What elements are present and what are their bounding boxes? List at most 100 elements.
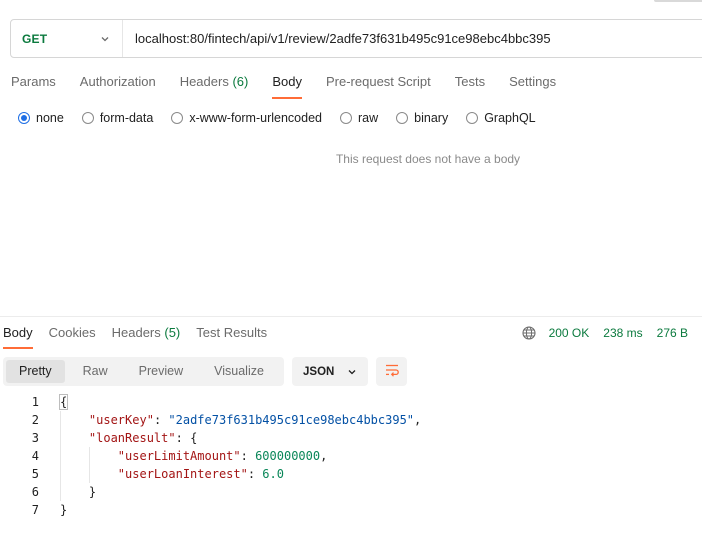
url-bar: GET localhost:80/fintech/api/v1/review/2… bbox=[10, 19, 702, 58]
indent-guide bbox=[60, 429, 61, 447]
line-number: 5 bbox=[31, 467, 39, 481]
view-visualize[interactable]: Visualize bbox=[201, 360, 277, 383]
json-key: "loanResult" bbox=[88, 431, 176, 445]
tab-label: Headers bbox=[179, 74, 229, 89]
tab-label: Body bbox=[272, 74, 302, 89]
code-source: "loanResult": { bbox=[39, 429, 197, 447]
view-pretty[interactable]: Pretty bbox=[6, 360, 65, 383]
tab-count: (5) bbox=[164, 325, 181, 340]
view-mode-selector: Pretty Raw Preview Visualize bbox=[3, 357, 284, 386]
tab-label: Body bbox=[3, 325, 33, 340]
radio-icon[interactable] bbox=[396, 112, 409, 124]
code-source: "userKey": "2adfe73f631b495c91ce98ebc4bb… bbox=[39, 411, 421, 429]
option-label: none bbox=[36, 111, 64, 125]
tab-settings[interactable]: Settings bbox=[509, 73, 556, 99]
json-value: 6.0 bbox=[262, 467, 284, 481]
option-label: GraphQL bbox=[484, 111, 536, 125]
tab-headers[interactable]: Headers (6) bbox=[180, 73, 249, 99]
chevron-down-icon bbox=[100, 34, 110, 44]
status-badge[interactable]: 200 OK bbox=[549, 326, 590, 340]
wrap-lines-button[interactable] bbox=[376, 357, 407, 386]
view-preview[interactable]: Preview bbox=[126, 360, 196, 383]
method-select[interactable]: GET bbox=[11, 20, 123, 57]
line-number: 2 bbox=[31, 413, 39, 427]
option-label: binary bbox=[414, 111, 449, 125]
tab-body[interactable]: Body bbox=[272, 73, 302, 99]
radio-icon[interactable] bbox=[340, 112, 352, 124]
body-option-form-data[interactable]: form-data bbox=[81, 111, 154, 125]
option-label: raw bbox=[358, 111, 379, 125]
indent-guide bbox=[60, 483, 61, 501]
code-source: "userLoanInterest": 6.0 bbox=[39, 465, 284, 483]
response-tab-body[interactable]: Body bbox=[3, 325, 33, 349]
body-option-urlencoded[interactable]: x-www-form-urlencoded bbox=[171, 111, 322, 125]
radio-icon[interactable] bbox=[171, 112, 184, 124]
format-label: JSON bbox=[303, 365, 335, 378]
request-tabs: Params Authorization Headers (6) Body Pr… bbox=[11, 73, 580, 99]
indent-guide bbox=[89, 465, 90, 483]
open-brace: { bbox=[58, 394, 69, 410]
wrap-lines-icon bbox=[384, 363, 400, 380]
code-line: 2 "userKey": "2adfe73f631b495c91ce98ebc4… bbox=[0, 411, 702, 429]
line-number: 1 bbox=[31, 395, 39, 409]
view-raw[interactable]: Raw bbox=[70, 360, 121, 383]
body-option-none[interactable]: none bbox=[18, 111, 64, 125]
response-size[interactable]: 276 B bbox=[657, 326, 688, 340]
indent-guide bbox=[60, 411, 61, 429]
radio-icon[interactable] bbox=[466, 112, 479, 124]
option-label: form-data bbox=[99, 111, 154, 125]
radio-icon[interactable] bbox=[81, 112, 94, 124]
json-value: "2adfe73f631b495c91ce98ebc4bbc395" bbox=[168, 413, 415, 427]
response-time[interactable]: 238 ms bbox=[603, 326, 642, 340]
option-label: x-www-form-urlencoded bbox=[189, 111, 322, 125]
code-source: "userLimitAmount": 600000000, bbox=[39, 447, 327, 465]
globe-icon[interactable] bbox=[522, 326, 536, 340]
chevron-down-icon bbox=[347, 367, 357, 377]
tab-label: Test Results bbox=[196, 325, 268, 340]
code-line: 1 { bbox=[0, 393, 702, 411]
tab-authorization[interactable]: Authorization bbox=[80, 73, 156, 99]
radio-selected-icon[interactable] bbox=[18, 112, 30, 124]
response-body-code[interactable]: 1 { 2 "userKey": "2adfe73f631b495c91ce98… bbox=[0, 393, 702, 519]
tab-pre-request-script[interactable]: Pre-request Script bbox=[326, 73, 431, 99]
json-punct: , bbox=[414, 413, 422, 427]
body-option-graphql[interactable]: GraphQL bbox=[466, 111, 536, 125]
code-line: 6 } bbox=[0, 483, 702, 501]
code-line: 4 "userLimitAmount": 600000000, bbox=[0, 447, 702, 465]
window-corner bbox=[654, 0, 702, 2]
response-tab-headers[interactable]: Headers (5) bbox=[112, 325, 181, 349]
response-tab-test-results[interactable]: Test Results bbox=[196, 325, 267, 349]
tab-count: (6) bbox=[232, 74, 249, 89]
tab-label: Settings bbox=[509, 74, 557, 89]
empty-body-message: This request does not have a body bbox=[335, 152, 521, 166]
json-punct: , bbox=[320, 449, 328, 463]
json-brace: } bbox=[60, 503, 68, 517]
format-select[interactable]: JSON bbox=[292, 357, 368, 386]
line-number: 7 bbox=[31, 503, 39, 517]
json-key: "userLimitAmount" bbox=[117, 449, 241, 463]
json-value: 600000000 bbox=[255, 449, 321, 463]
code-line: 3 "loanResult": { bbox=[0, 429, 702, 447]
json-brace: { bbox=[190, 431, 198, 445]
code-line: 5 "userLoanInterest": 6.0 bbox=[0, 465, 702, 483]
tab-label: Params bbox=[11, 74, 56, 89]
json-key: "userLoanInterest" bbox=[117, 467, 248, 481]
tab-label: Headers bbox=[111, 325, 161, 340]
tab-tests[interactable]: Tests bbox=[455, 73, 485, 99]
code-line: 7 } bbox=[0, 501, 702, 519]
response-meta: 200 OK 238 ms 276 B bbox=[522, 325, 688, 341]
json-brace: } bbox=[88, 485, 97, 499]
body-option-raw[interactable]: raw bbox=[340, 111, 378, 125]
code-source: } bbox=[39, 483, 96, 501]
pane-divider[interactable] bbox=[0, 316, 702, 317]
body-option-binary[interactable]: binary bbox=[396, 111, 448, 125]
body-type-options: none form-data x-www-form-urlencoded raw… bbox=[18, 110, 554, 126]
response-tab-cookies[interactable]: Cookies bbox=[49, 325, 96, 349]
line-number: 4 bbox=[31, 449, 39, 463]
indent-guide bbox=[89, 447, 90, 465]
tab-label: Tests bbox=[454, 74, 486, 89]
tab-label: Authorization bbox=[79, 74, 156, 89]
url-input[interactable]: localhost:80/fintech/api/v1/review/2adfe… bbox=[123, 31, 551, 46]
tab-params[interactable]: Params bbox=[11, 73, 56, 99]
code-source: { bbox=[39, 393, 69, 411]
